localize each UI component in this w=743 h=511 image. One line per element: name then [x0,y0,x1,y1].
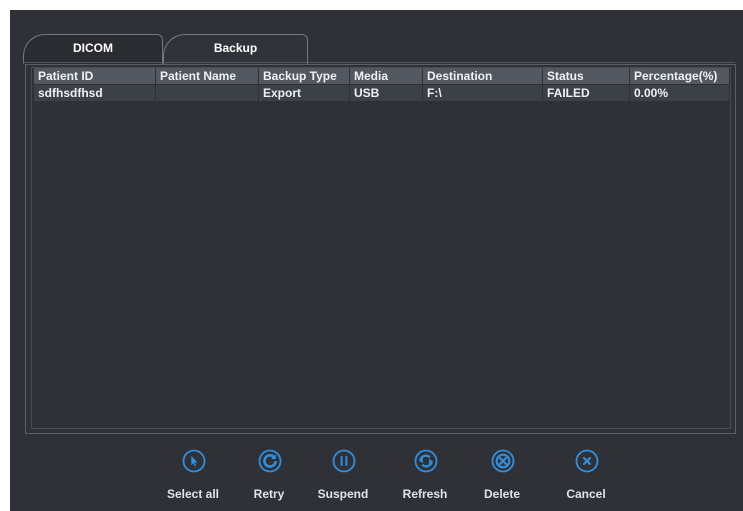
column-header-backup-type[interactable]: Backup Type [259,68,350,84]
table-header-row: Patient ID Patient Name Backup Type Medi… [34,68,729,84]
tab-backup[interactable]: Backup [163,34,308,64]
suspend-button[interactable]: Suspend [308,449,378,504]
delete-button[interactable]: Delete [467,449,537,504]
column-header-percentage[interactable]: Percentage(%) [630,68,729,84]
tab-dicom[interactable]: DICOM [23,34,163,64]
backup-manager-window: DICOM Backup Patient ID Patient Name Bac… [10,10,743,511]
tab-divider [23,62,735,63]
action-toolbar: Select all Retry Suspend Refresh Delete … [10,437,743,511]
cell-destination: F:\ [423,85,543,101]
select-all-icon [182,449,206,473]
backup-table: Patient ID Patient Name Backup Type Medi… [31,67,731,429]
retry-button[interactable]: Retry [234,449,304,504]
retry-icon [258,449,282,473]
cell-media: USB [350,85,423,101]
refresh-icon [414,449,438,473]
column-header-patient-name[interactable]: Patient Name [156,68,259,84]
backup-table-panel: Patient ID Patient Name Backup Type Medi… [25,64,736,434]
refresh-label: Refresh [402,487,448,501]
column-header-destination[interactable]: Destination [423,68,543,84]
suspend-label: Suspend [317,487,369,501]
tab-backup-label: Backup [213,41,258,55]
cell-backup-type: Export [259,85,350,101]
pause-icon [332,449,356,473]
delete-label: Delete [483,487,521,501]
select-all-label: Select all [166,487,220,501]
refresh-button[interactable]: Refresh [390,449,460,504]
column-header-patient-id[interactable]: Patient ID [34,68,156,84]
cell-patient-name [156,85,259,101]
cell-patient-id: sdfhsdfhsd [34,85,156,101]
cell-status: FAILED [543,85,630,101]
cancel-label: Cancel [566,487,606,501]
column-header-media[interactable]: Media [350,68,423,84]
column-header-status[interactable]: Status [543,68,630,84]
tab-dicom-label: DICOM [73,41,113,55]
retry-label: Retry [253,487,285,501]
cancel-button[interactable]: Cancel [551,449,621,504]
delete-icon [491,449,515,473]
cancel-icon [575,449,599,473]
select-all-button[interactable]: Select all [158,449,228,504]
cell-percentage: 0.00% [634,86,669,100]
table-row[interactable]: sdfhsdfhsd Export USB F:\ FAILED 0.00% [34,85,729,101]
